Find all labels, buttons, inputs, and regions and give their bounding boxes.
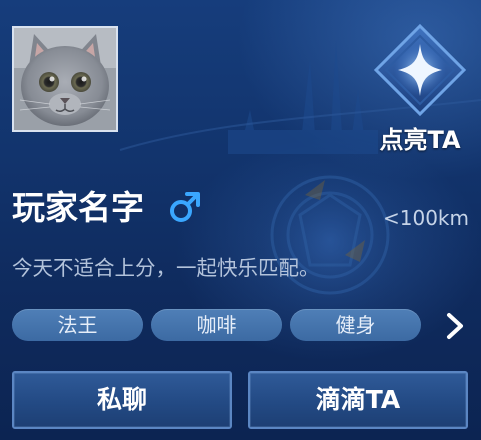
chevron-right-icon[interactable]	[442, 311, 468, 341]
tag-chip: 法王	[12, 309, 143, 341]
cat-photo	[14, 28, 116, 130]
light-up-button[interactable]: 点亮TA	[366, 20, 474, 154]
four-point-star-icon	[373, 23, 467, 117]
private-chat-button[interactable]: 私聊	[12, 371, 232, 429]
tag-chip: 咖啡	[151, 309, 282, 341]
player-profile-card: 点亮TA 玩家名字 <100km 今天不适合上分，一起快乐匹配。 法王 咖啡 健…	[0, 0, 481, 440]
ping-player-button[interactable]: 滴滴TA	[248, 371, 468, 429]
player-name: 玩家名字	[12, 188, 144, 227]
distance-label: <100km	[383, 206, 469, 230]
status-message: 今天不适合上分，一起快乐匹配。	[12, 256, 320, 280]
male-symbol-icon	[170, 192, 200, 222]
light-up-label: 点亮TA	[379, 126, 461, 154]
tag-chip: 健身	[290, 309, 421, 341]
player-avatar[interactable]	[12, 26, 118, 132]
